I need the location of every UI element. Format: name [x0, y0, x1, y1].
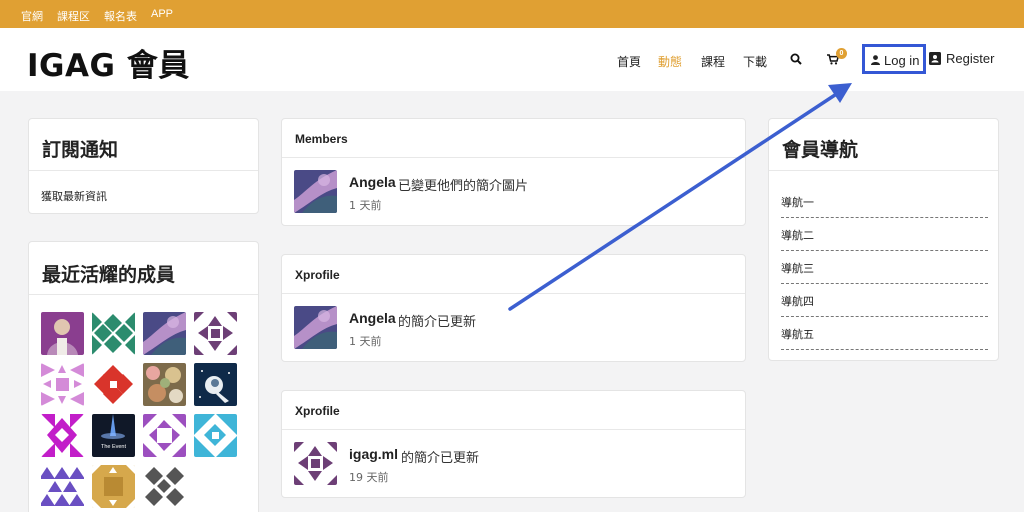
- activity-user-link[interactable]: Angela: [349, 174, 396, 190]
- member-avatar[interactable]: [92, 363, 135, 406]
- login-button[interactable]: Log in: [862, 44, 926, 74]
- member-avatar[interactable]: [194, 312, 237, 355]
- member-nav-item-5[interactable]: 導航五: [781, 326, 988, 350]
- recent-members-title: 最近活耀的成員: [42, 264, 176, 286]
- member-avatar[interactable]: [194, 363, 237, 406]
- nav-courses[interactable]: 課程: [701, 53, 725, 70]
- member-avatar[interactable]: [41, 363, 84, 406]
- register-label: Register: [946, 51, 995, 66]
- subscribe-card: 訂閱通知 獲取最新資訊: [28, 118, 259, 214]
- topbar-link-app[interactable]: APP: [151, 8, 173, 20]
- activity-card: Xprofile Angela 的簡介已更新 1 天前: [281, 254, 746, 362]
- login-label: Log in: [884, 53, 920, 68]
- nav-activity[interactable]: 動態: [658, 53, 682, 70]
- activity-heading: Xprofile: [295, 404, 340, 418]
- subscribe-title: 訂閱通知: [42, 139, 119, 161]
- topbar-link-signup[interactable]: 報名表: [104, 8, 137, 24]
- site-title[interactable]: IGAG 會員: [27, 40, 190, 85]
- nav-downloads[interactable]: 下載: [743, 53, 767, 70]
- address-card-icon: [929, 52, 941, 65]
- member-avatar[interactable]: [194, 414, 237, 457]
- activity-card: Members Angela 已變更他們的簡介圖片 1 天前: [281, 118, 746, 226]
- activity-user-link[interactable]: Angela: [349, 310, 396, 326]
- member-nav-item-2[interactable]: 導航二: [781, 227, 988, 251]
- nav-home[interactable]: 首頁: [617, 53, 641, 70]
- activity-time[interactable]: 19 天前: [349, 469, 389, 485]
- recent-members-card: 最近活耀的成員 The Event: [28, 241, 259, 512]
- activity-avatar[interactable]: [294, 170, 337, 213]
- member-avatar[interactable]: [41, 414, 84, 457]
- member-avatar-event[interactable]: The Event: [92, 414, 135, 457]
- member-avatar[interactable]: [143, 414, 186, 457]
- member-avatar[interactable]: [143, 465, 186, 508]
- member-nav-item-3[interactable]: 導航三: [781, 260, 988, 284]
- subscribe-link[interactable]: 獲取最新資訊: [41, 188, 107, 204]
- member-avatar[interactable]: [41, 465, 84, 508]
- member-avatar[interactable]: [41, 312, 84, 355]
- member-nav-item-1[interactable]: 導航一: [781, 194, 988, 218]
- search-icon[interactable]: [790, 53, 802, 65]
- member-avatar[interactable]: [143, 312, 186, 355]
- topbar-link-official[interactable]: 官網: [21, 8, 43, 24]
- activity-heading: Members: [295, 132, 348, 146]
- event-tile-text: The Event: [101, 444, 127, 450]
- activity-avatar[interactable]: [294, 442, 337, 485]
- topbar-link-courses[interactable]: 課程区: [57, 8, 90, 24]
- activity-time[interactable]: 1 天前: [349, 197, 382, 213]
- register-button[interactable]: Register: [929, 51, 994, 70]
- activity-text: 已變更他們的簡介圖片: [398, 179, 529, 194]
- member-avatar[interactable]: [92, 312, 135, 355]
- member-avatar[interactable]: [92, 465, 135, 508]
- activity-card: Xprofile igag.ml 的簡介已更新 19 天前: [281, 390, 746, 498]
- activity-user-link[interactable]: igag.ml: [349, 446, 398, 462]
- member-nav-card: 會員導航 導航一 導航二 導航三 導航四 導航五: [768, 118, 999, 361]
- member-nav-item-4[interactable]: 導航四: [781, 293, 988, 317]
- activity-text: 的簡介已更新: [401, 451, 480, 466]
- activity-time[interactable]: 1 天前: [349, 333, 382, 349]
- top-bar: 官網 課程区 報名表 APP: [0, 0, 1024, 28]
- member-avatar[interactable]: [143, 363, 186, 406]
- activity-avatar[interactable]: [294, 306, 337, 349]
- member-nav-title: 會員導航: [782, 139, 859, 161]
- activity-text: 的簡介已更新: [398, 315, 477, 330]
- cart-count-badge: 0: [836, 48, 847, 59]
- activity-heading: Xprofile: [295, 268, 340, 282]
- user-icon: [871, 55, 880, 65]
